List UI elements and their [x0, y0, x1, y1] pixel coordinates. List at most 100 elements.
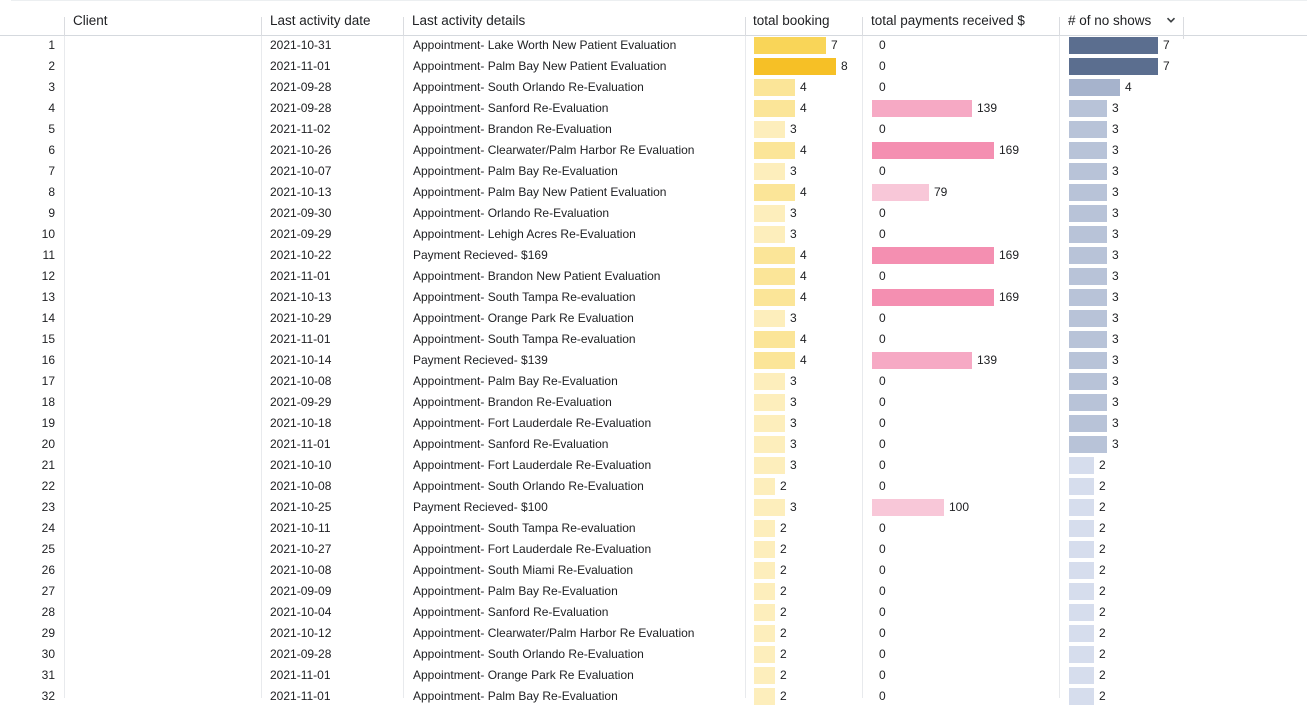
booking-value: 2 [780, 647, 787, 661]
last-activity-date: 2021-09-30 [270, 206, 332, 220]
table-row[interactable]: 4 2021-09-28 Appointment- Sanford Re-Evalu… [0, 98, 1307, 119]
row-number: 23 [41, 500, 55, 514]
row-number: 14 [41, 311, 55, 325]
table-row[interactable]: 20 2021-11-01 Appointment- Sanford Re-Eval… [0, 434, 1307, 455]
booking-value: 2 [780, 479, 787, 493]
table-row[interactable]: 25 2021-10-27 Appointment- Fort Lauderdale… [0, 539, 1307, 560]
booking-value: 2 [780, 563, 787, 577]
table-row[interactable]: 28 2021-10-04 Appointment- Sanford Re-Eval… [0, 602, 1307, 623]
booking-bar [754, 37, 826, 54]
table-row[interactable]: 29 2021-10-12 Appointment- Clearwater/Palm… [0, 623, 1307, 644]
header-no-shows[interactable]: # of no shows [1068, 13, 1151, 28]
payments-bar [872, 100, 972, 117]
last-activity-details: Appointment- Palm Bay New Patient Evalua… [413, 59, 667, 73]
last-activity-details: Appointment- South Orlando Re-Evaluation [413, 479, 644, 493]
table-row[interactable]: 19 2021-10-18 Appointment- Fort Lauderdale… [0, 413, 1307, 434]
no-shows-value: 4 [1125, 80, 1132, 94]
no-shows-value: 2 [1099, 689, 1106, 703]
table-row[interactable]: 31 2021-11-01 Appointment- Orange Park Re … [0, 665, 1307, 686]
booking-bar [754, 520, 775, 537]
header-total-booking[interactable]: total booking [753, 13, 830, 28]
payments-bar [872, 142, 994, 159]
table-row[interactable]: 16 2021-10-14 Payment Recieved- $139 4 139 3 [0, 350, 1307, 371]
table-row[interactable]: 5 2021-11-02 Appointment- Brandon Re-Evalu… [0, 119, 1307, 140]
booking-value: 4 [800, 353, 807, 367]
table-row[interactable]: 8 2021-10-13 Appointment- Palm Bay New Pat… [0, 182, 1307, 203]
no-shows-value: 2 [1099, 563, 1106, 577]
header-total-payments[interactable]: total payments received $ [871, 13, 1025, 28]
row-number: 19 [41, 416, 55, 430]
last-activity-date: 2021-11-01 [270, 689, 331, 703]
table-row[interactable]: 7 2021-10-07 Appointment- Palm Bay Re-Eval… [0, 161, 1307, 182]
payments-value: 139 [977, 353, 998, 367]
table-row[interactable]: 9 2021-09-30 Appointment- Orlando Re-Evalu… [0, 203, 1307, 224]
table-row[interactable]: 13 2021-10-13 Appointment- South Tampa Re-… [0, 287, 1307, 308]
row-number: 11 [42, 248, 55, 262]
table-row[interactable]: 27 2021-09-09 Appointment- Palm Bay Re-Eva… [0, 581, 1307, 602]
table-row[interactable]: 24 2021-10-11 Appointment- South Tampa Re-… [0, 518, 1307, 539]
table-row[interactable]: 26 2021-10-08 Appointment- South Miami Re-… [0, 560, 1307, 581]
table-row[interactable]: 10 2021-09-29 Appointment- Lehigh Acres Re… [0, 224, 1307, 245]
table-row[interactable]: 22 2021-10-08 Appointment- South Orlando R… [0, 476, 1307, 497]
payments-value: 0 [879, 458, 886, 472]
no-shows-bar [1069, 436, 1107, 453]
last-activity-date: 2021-09-09 [270, 584, 332, 598]
last-activity-details: Appointment- Brandon Re-Evaluation [413, 122, 612, 136]
table-row[interactable]: 1 2021-10-31 Appointment- Lake Worth New P… [0, 35, 1307, 56]
last-activity-details: Appointment- Clearwater/Palm Harbor Re E… [413, 143, 695, 157]
booking-bar [754, 100, 795, 117]
last-activity-details: Appointment- Sanford Re-Evaluation [413, 101, 609, 115]
table-row[interactable]: 12 2021-11-01 Appointment- Brandon New Pat… [0, 266, 1307, 287]
last-activity-date: 2021-10-22 [270, 248, 332, 262]
row-number: 10 [41, 227, 55, 241]
last-activity-details: Appointment- Brandon Re-Evaluation [413, 395, 612, 409]
table-row[interactable]: 23 2021-10-25 Payment Recieved- $100 3 100 2 [0, 497, 1307, 518]
payments-value: 79 [934, 185, 948, 199]
table-row[interactable]: 17 2021-10-08 Appointment- Palm Bay Re-Eva… [0, 371, 1307, 392]
booking-value: 3 [790, 206, 797, 220]
booking-bar [754, 499, 785, 516]
table-row[interactable]: 3 2021-09-28 Appointment- South Orlando Re… [0, 77, 1307, 98]
table-row[interactable]: 18 2021-09-29 Appointment- Brandon Re-Eval… [0, 392, 1307, 413]
row-number: 2 [48, 59, 55, 73]
no-shows-bar [1069, 562, 1094, 579]
payments-value: 0 [879, 626, 886, 640]
payments-value: 0 [879, 269, 886, 283]
header-last-activity-date[interactable]: Last activity date [270, 13, 371, 28]
row-number: 8 [48, 185, 55, 199]
last-activity-details: Appointment- Palm Bay New Patient Evalua… [413, 185, 667, 199]
payments-value: 0 [879, 416, 886, 430]
last-activity-details: Appointment- Orlando Re-Evaluation [413, 206, 610, 220]
booking-bar [754, 247, 795, 264]
table-row[interactable]: 32 2021-11-01 Appointment- Palm Bay Re-Eva… [0, 686, 1307, 707]
last-activity-date: 2021-09-28 [270, 80, 332, 94]
header-client[interactable]: Client [73, 13, 108, 28]
last-activity-date: 2021-09-28 [270, 101, 332, 115]
row-number: 29 [41, 626, 55, 640]
booking-bar [754, 121, 785, 138]
table-row[interactable]: 2 2021-11-01 Appointment- Palm Bay New Pat… [0, 56, 1307, 77]
payments-value: 0 [879, 542, 886, 556]
last-activity-date: 2021-10-27 [270, 542, 332, 556]
header-last-activity-details[interactable]: Last activity details [412, 13, 525, 28]
booking-value: 7 [831, 38, 838, 52]
last-activity-details: Appointment- South Orlando Re-Evaluation [413, 647, 644, 661]
last-activity-date: 2021-10-11 [270, 521, 331, 535]
last-activity-details: Appointment- Palm Bay Re-Evaluation [413, 164, 618, 178]
row-number: 30 [41, 647, 55, 661]
booking-value: 2 [780, 626, 787, 640]
payments-bar [872, 184, 929, 201]
table-row[interactable]: 14 2021-10-29 Appointment- Orange Park Re … [0, 308, 1307, 329]
booking-bar [754, 394, 785, 411]
last-activity-details: Appointment- Lake Worth New Patient Eval… [413, 38, 677, 52]
table-row[interactable]: 21 2021-10-10 Appointment- Fort Lauderdale… [0, 455, 1307, 476]
last-activity-details: Appointment- Fort Lauderdale Re-Evaluati… [413, 416, 652, 430]
no-shows-value: 2 [1099, 605, 1106, 619]
table-row[interactable]: 6 2021-10-26 Appointment- Clearwater/Palm … [0, 140, 1307, 161]
no-shows-bar [1069, 352, 1107, 369]
table-row[interactable]: 30 2021-09-28 Appointment- South Orlando R… [0, 644, 1307, 665]
last-activity-date: 2021-10-31 [270, 38, 332, 52]
table-row[interactable]: 11 2021-10-22 Payment Recieved- $169 4 169 3 [0, 245, 1307, 266]
chevron-down-icon[interactable] [1165, 14, 1177, 26]
table-row[interactable]: 15 2021-11-01 Appointment- South Tampa Re-… [0, 329, 1307, 350]
